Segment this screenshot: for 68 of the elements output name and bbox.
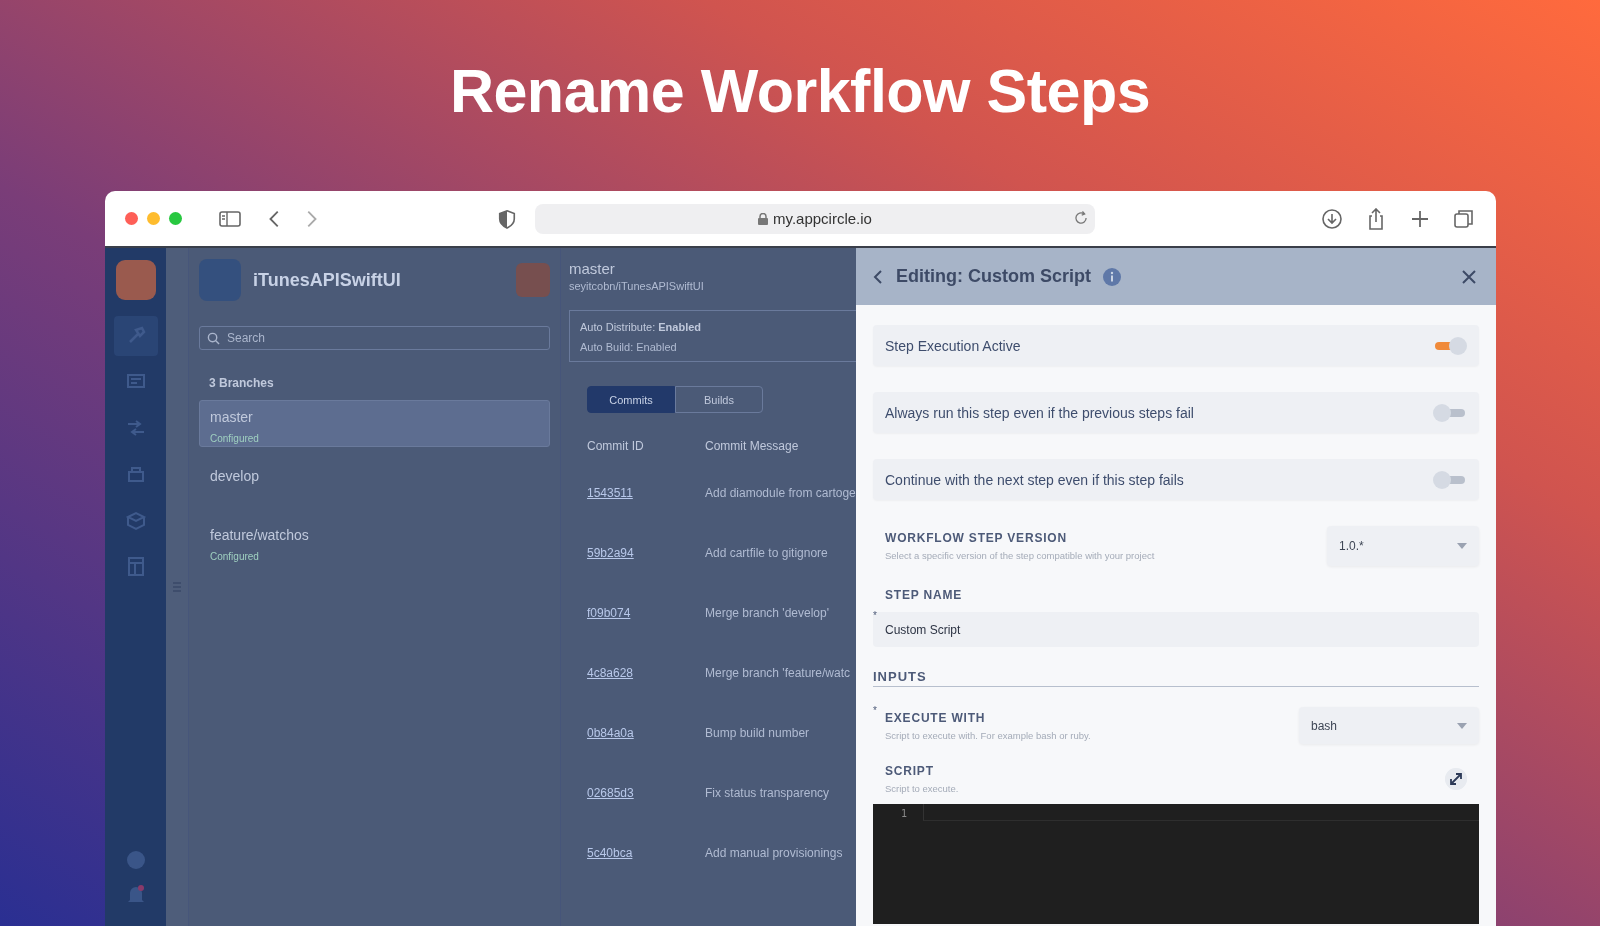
- tab[interactable]: Commits: [587, 386, 675, 413]
- code-editor[interactable]: 1: [873, 804, 1479, 924]
- version-dropdown[interactable]: 1.0.*: [1327, 526, 1479, 566]
- toggle-switch[interactable]: [1433, 336, 1467, 355]
- toggle-switch[interactable]: [1433, 470, 1467, 489]
- field-label: WORKFLOW STEP VERSION: [885, 531, 1068, 545]
- commit-message: Add manual provisionings: [705, 846, 843, 860]
- sidebar-item[interactable]: [113, 316, 158, 356]
- commit-link[interactable]: 4c8a628: [587, 666, 705, 680]
- toggle-label: Always run this step even if the previous steps fail: [885, 404, 1194, 421]
- caret-icon: [1457, 543, 1467, 549]
- field-label: SCRIPT: [885, 764, 935, 778]
- line-number: 1: [899, 808, 907, 819]
- commit-link[interactable]: 59b2a94: [587, 546, 705, 560]
- toggle-label: Step Execution Active: [885, 337, 1021, 354]
- field-hint: Select a specific version of the step compatible with your project: [885, 550, 1155, 561]
- branch-title: master: [569, 260, 616, 277]
- info-icon[interactable]: [1103, 267, 1121, 286]
- toggle-label: Continue with the next step even if this step fails: [885, 471, 1184, 488]
- commit-message: Merge branch 'feature/watc: [705, 666, 851, 680]
- commit-message: Add cartfile to gitignore: [705, 546, 828, 560]
- column-header: Commit Message: [705, 439, 799, 455]
- app-name: iTunesAPISwiftUI: [253, 269, 402, 291]
- drawer-title: Editing: Custom Script: [896, 266, 1091, 287]
- field-hint: Script to execute.: [885, 783, 959, 794]
- auto-build-text: Auto Build: Enabled: [580, 341, 678, 353]
- zoom-window-button[interactable]: [169, 212, 182, 225]
- caret-icon: [1457, 722, 1467, 729]
- address-bar[interactable]: my.appcircle.io: [535, 203, 1095, 234]
- commit-link[interactable]: 1543511: [587, 486, 705, 500]
- column-header: Commit ID: [587, 439, 645, 455]
- field-hint: Script to execute with. For example bash or ruby.: [885, 729, 1091, 741]
- commit-link[interactable]: 0b84a0a: [587, 726, 705, 740]
- repo-path: seyitcobn/iTunesAPISwiftUI: [569, 280, 705, 292]
- download-icon[interactable]: [1321, 207, 1343, 230]
- page-title: Rename Workflow Steps: [449, 56, 1151, 126]
- required-mark: *: [873, 705, 877, 716]
- execute-with-dropdown[interactable]: bash: [1299, 707, 1479, 744]
- search-field[interactable]: Search: [199, 326, 550, 350]
- commit-message: Add diamodule from cartoge: [705, 486, 856, 500]
- toggle-switch[interactable]: [1433, 403, 1467, 422]
- commit-message: Merge branch 'develop': [705, 606, 829, 620]
- close-icon[interactable]: [1462, 269, 1476, 284]
- close-window-button[interactable]: [125, 212, 138, 225]
- search-icon: [207, 332, 220, 345]
- commit-link[interactable]: f09b074: [587, 606, 705, 620]
- shield-icon[interactable]: [497, 208, 517, 229]
- branches-heading: 3 Branches: [209, 376, 275, 390]
- section-heading: INPUTS: [873, 669, 927, 684]
- branch-item[interactable]: develop: [199, 459, 550, 506]
- tabs-overview-icon[interactable]: [1453, 207, 1475, 230]
- tab[interactable]: Builds: [675, 386, 763, 413]
- lock-icon: [758, 212, 769, 225]
- commit-message: Bump build number: [705, 726, 810, 740]
- minimize-window-button[interactable]: [147, 212, 160, 225]
- branch-item[interactable]: feature/watchos Configured: [199, 518, 550, 565]
- commit-link[interactable]: 02685d3: [587, 786, 705, 800]
- commit-link[interactable]: 5c40bca: [587, 846, 705, 860]
- field-label: STEP NAME: [885, 588, 963, 602]
- reload-icon[interactable]: [1073, 209, 1089, 226]
- commit-message: Fix status transparency: [705, 786, 830, 800]
- required-mark: *: [873, 610, 877, 621]
- sidebar-nav-icon: [124, 509, 147, 531]
- back-icon[interactable]: [872, 269, 884, 284]
- field-label: EXECUTE WITH: [885, 710, 987, 725]
- branch-item[interactable]: master Configured: [199, 400, 550, 447]
- auto-distribute-text: Auto Distribute: Enabled: [580, 321, 703, 333]
- app-logo[interactable]: [115, 260, 156, 300]
